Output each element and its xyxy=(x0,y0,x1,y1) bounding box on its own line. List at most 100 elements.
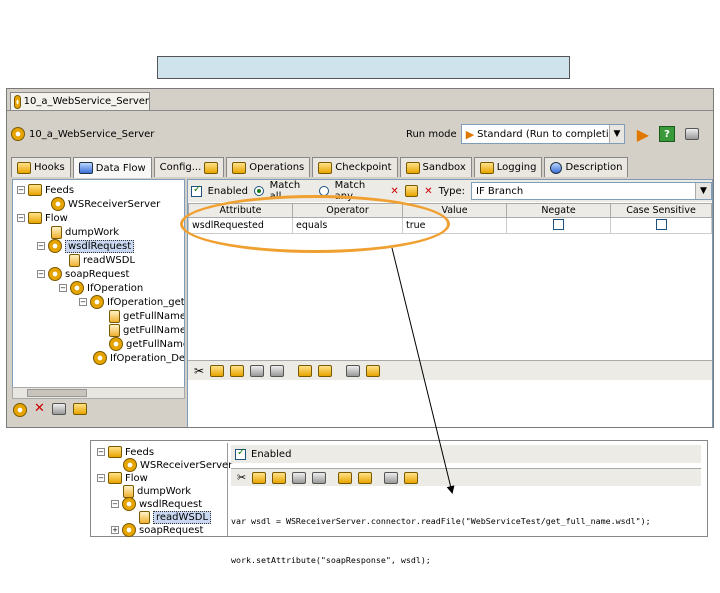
tree-node-flow[interactable]: − Flow xyxy=(97,471,148,485)
tab-hooks[interactable]: Hooks xyxy=(11,157,71,177)
type-select[interactable]: IF Branch ▼ xyxy=(471,182,712,200)
column-header-negate[interactable]: Negate xyxy=(506,203,611,218)
chevron-down-icon[interactable]: ▼ xyxy=(609,125,624,143)
highlight-ellipse xyxy=(180,195,450,253)
edit-script-icon[interactable] xyxy=(404,471,419,484)
edit-script-icon[interactable] xyxy=(366,364,381,377)
tree-node-ws-receiver[interactable]: WSReceiverServer xyxy=(51,197,160,211)
goto-line-icon[interactable] xyxy=(346,364,361,377)
enabled-checkbox[interactable] xyxy=(191,184,202,197)
cut-icon[interactable]: ✂ xyxy=(237,471,246,484)
assembly-line-icon xyxy=(14,94,21,109)
script-editor-area[interactable] xyxy=(188,381,712,427)
copy-icon[interactable] xyxy=(252,471,267,484)
tab-data-flow[interactable]: Data Flow xyxy=(72,157,152,178)
library-icon[interactable] xyxy=(72,403,87,415)
find-next-icon[interactable] xyxy=(358,471,373,484)
folder-icon xyxy=(28,184,42,196)
clear-icon[interactable]: ✕ xyxy=(424,186,432,197)
tree-node-flow[interactable]: − Flow xyxy=(17,211,68,225)
add-component-icon[interactable] xyxy=(13,403,27,417)
enabled-checkbox[interactable] xyxy=(235,447,246,460)
collapse-icon[interactable]: − xyxy=(17,186,25,194)
paste-icon[interactable] xyxy=(272,471,287,484)
tree-node-read-wsdl[interactable]: readWSDL xyxy=(69,253,135,267)
tree-label: IfOperation_getF xyxy=(107,296,185,308)
tree-node-if-operation[interactable]: − IfOperation xyxy=(59,281,143,295)
attribute-map-icon xyxy=(109,337,123,351)
tree-node-feeds[interactable]: − Feeds xyxy=(17,183,74,197)
tree-node-get-full-name-3[interactable]: getFullName xyxy=(109,337,184,351)
collapse-icon[interactable]: − xyxy=(59,284,67,292)
collapse-icon[interactable]: − xyxy=(37,270,45,278)
branch-icon xyxy=(48,267,62,281)
tab-label: Description xyxy=(565,162,623,173)
scrollbar-thumb[interactable] xyxy=(27,389,87,397)
cell-negate[interactable] xyxy=(506,217,611,234)
run-mode-label: Run mode xyxy=(405,128,457,140)
rename-icon[interactable] xyxy=(51,403,66,415)
script-code[interactable]: var wsdl = WSReceiverServer.connector.re… xyxy=(231,489,701,593)
paste-icon[interactable] xyxy=(230,364,245,377)
tree-node-feeds[interactable]: − Feeds xyxy=(97,445,154,459)
find-icon[interactable] xyxy=(298,364,313,377)
column-header-case-sensitive[interactable]: Case Sensitive xyxy=(610,203,712,218)
goto-line-icon[interactable] xyxy=(384,471,399,484)
find-icon[interactable] xyxy=(338,471,353,484)
tree-node-wsdl-request[interactable]: − wsdlRequest xyxy=(111,497,202,511)
tab-label: Operations xyxy=(249,162,305,173)
tab-sandbox[interactable]: Sandbox xyxy=(399,157,472,177)
run-mode-select[interactable]: ▶ Standard (Run to completion) ▼ xyxy=(460,124,625,144)
expand-icon[interactable]: + xyxy=(111,526,119,534)
document-tab[interactable]: 10_a_WebService_Server xyxy=(10,92,150,110)
collapse-icon[interactable]: − xyxy=(97,448,105,456)
cell-case-sensitive[interactable] xyxy=(610,217,712,234)
tree-node-if-operation-get[interactable]: − IfOperation_getF xyxy=(79,295,185,309)
redo-icon[interactable] xyxy=(270,364,285,377)
flow-tree: − Feeds WSReceiverServer − Flow dumpWork −… xyxy=(12,179,185,389)
chevron-down-icon[interactable]: ▼ xyxy=(695,183,711,199)
collapse-icon[interactable]: − xyxy=(37,242,45,250)
tree-node-ws-receiver[interactable]: WSReceiverServer xyxy=(123,458,232,472)
collapse-icon[interactable]: − xyxy=(17,214,25,222)
copy-icon[interactable] xyxy=(210,364,225,377)
redo-icon[interactable] xyxy=(312,471,327,484)
tree-node-dump-work[interactable]: dumpWork xyxy=(123,484,191,498)
tab-divider xyxy=(7,110,713,111)
find-next-icon[interactable] xyxy=(318,364,333,377)
tab-label: Logging xyxy=(496,162,537,173)
tree-node-wsdl-request[interactable]: − wsdlRequest xyxy=(37,239,135,253)
negate-checkbox[interactable] xyxy=(553,218,564,230)
cut-icon[interactable]: ✂ xyxy=(194,364,204,378)
collapse-icon[interactable]: − xyxy=(79,298,87,306)
tree-node-get-full-name-1[interactable]: getFullName xyxy=(109,309,184,323)
tab-logging[interactable]: Logging xyxy=(473,157,543,177)
enabled-label: Enabled xyxy=(207,185,249,197)
delete-icon[interactable]: ✕ xyxy=(34,402,45,417)
run-button[interactable]: ▶ xyxy=(637,125,649,144)
play-icon: ▶ xyxy=(465,127,475,141)
collapse-icon[interactable]: − xyxy=(111,500,119,508)
remove-condition-icon[interactable]: ✕ xyxy=(390,186,398,197)
undo-icon[interactable] xyxy=(250,364,265,377)
match-all-radio[interactable] xyxy=(254,186,264,196)
tab-config[interactable]: Config... xyxy=(153,157,225,177)
tree-node-get-full-name-2[interactable]: getFullName xyxy=(109,323,184,337)
case-sensitive-checkbox[interactable] xyxy=(655,218,667,230)
tree-label: dumpWork xyxy=(137,485,192,497)
tab-checkpoint[interactable]: Checkpoint xyxy=(312,157,398,177)
help-icon[interactable]: ? xyxy=(659,126,675,142)
tree-node-soap-request[interactable]: + soapRequest xyxy=(111,523,203,537)
type-label: Type: xyxy=(438,185,465,197)
collapse-icon[interactable]: − xyxy=(97,474,105,482)
undo-icon[interactable] xyxy=(292,471,307,484)
tree-node-soap-request[interactable]: − soapRequest xyxy=(37,267,129,281)
tab-operations[interactable]: Operations xyxy=(226,157,311,177)
tree-horizontal-scrollbar[interactable] xyxy=(12,387,185,399)
edit-condition-icon[interactable] xyxy=(404,185,419,197)
tree-node-dump-work[interactable]: dumpWork xyxy=(51,225,119,239)
tree-node-read-wsdl[interactable]: readWSDL xyxy=(139,510,212,524)
tree-node-if-operation-default[interactable]: IfOperation_Defa xyxy=(93,351,184,365)
debug-icon[interactable] xyxy=(685,128,699,140)
tab-description[interactable]: Description xyxy=(544,157,629,177)
